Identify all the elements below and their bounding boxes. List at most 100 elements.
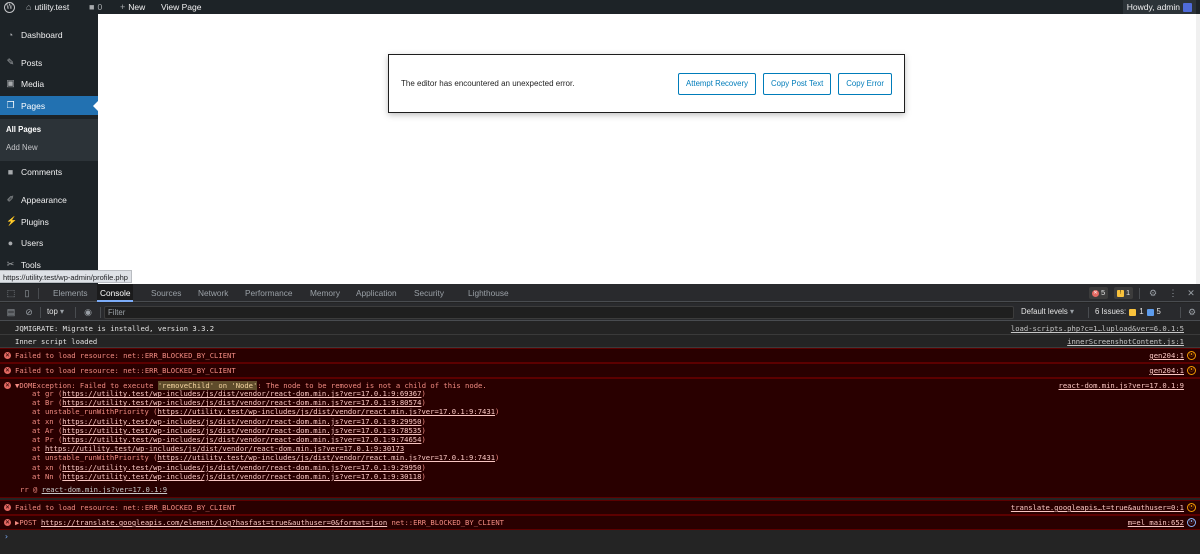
message-source-link[interactable]: gen204:1 [1149, 366, 1184, 375]
inspect-element-icon[interactable]: ⬚ [4, 286, 18, 300]
clear-console-icon[interactable]: ⊘ [22, 305, 36, 319]
warning-count-badge[interactable]: ! 1 [1114, 287, 1134, 299]
view-page-link[interactable]: View Page [161, 0, 201, 14]
wp-logo-menu[interactable]: W [4, 0, 15, 14]
stack-frame: at https://utility.test/wp-includes/js/d… [32, 444, 404, 453]
wrench-icon: ✂ [6, 259, 15, 269]
extension-context-icon: ⦿ [1187, 366, 1196, 375]
sidebar-item-pages[interactable]: ❐ Pages [0, 96, 98, 115]
copy-error-button[interactable]: Copy Error [838, 72, 892, 95]
divider [40, 307, 41, 318]
tab-security[interactable]: Security [411, 284, 447, 302]
frame-url-link[interactable]: https://utility.test/wp-includes/js/dist… [62, 435, 421, 444]
error-icon: ✕ [4, 382, 11, 389]
tab-application[interactable]: Application [353, 284, 400, 302]
my-account-menu[interactable]: Howdy, admin [1122, 0, 1196, 14]
sidebar-item-comments[interactable]: ■ Comments [0, 162, 98, 181]
stack-frame: at Ar (https://utility.test/wp-includes/… [32, 426, 426, 435]
console-prompt-chevron-icon[interactable]: › [4, 532, 9, 541]
stack-frame: at Pr (https://utility.test/wp-includes/… [32, 435, 426, 444]
context-selector[interactable]: top ▾ [47, 303, 64, 321]
plugin-icon: ⚡ [6, 216, 18, 226]
more-options-icon[interactable]: ⋮ [1166, 286, 1180, 300]
sidebar-item-plugins[interactable]: ⚡ Plugins [0, 212, 98, 231]
tab-network[interactable]: Network [195, 284, 231, 302]
message-text: JQMIGRATE: Migrate is installed, version… [15, 324, 215, 333]
console-message: Inner script loaded innerScreenshotConte… [0, 335, 1200, 348]
tab-console[interactable]: Console [97, 284, 134, 302]
error-count: 5 [1101, 288, 1106, 297]
frame-url-link[interactable]: https://utility.test/wp-includes/js/dist… [62, 472, 421, 481]
sidebar-item-posts[interactable]: ✎ Posts [0, 53, 98, 72]
devtools-tabbar: ⬚ ▯ Elements Console Sources Network Per… [0, 284, 1200, 302]
error-count-badge[interactable]: ✕ 5 [1089, 287, 1109, 299]
frame-url-link[interactable]: https://utility.test/wp-includes/js/dist… [158, 407, 496, 416]
frame-url-link[interactable]: https://utility.test/wp-includes/js/dist… [62, 463, 421, 472]
issues-counter[interactable]: 6 Issues: 1 5 [1095, 303, 1161, 321]
issue-info-icon [1146, 308, 1154, 316]
tab-performance[interactable]: Performance [242, 284, 296, 302]
console-toolbar: ▤ ⊘ top ▾ ◉ Default levels ▾ 6 Issues: 1… [0, 303, 1200, 321]
submenu-add-new[interactable]: Add New [6, 143, 38, 152]
frame-end: ) [421, 425, 426, 435]
close-devtools-icon[interactable]: ✕ [1184, 286, 1198, 300]
message-source-link[interactable]: m=el_main:652 [1128, 518, 1184, 527]
extension-context-icon: ⦿ [1187, 503, 1196, 512]
frame-end: ) [421, 462, 426, 472]
context-value: top [47, 307, 58, 316]
message-source-link[interactable]: innerScreenshotContent.js:1 [1067, 337, 1184, 346]
frame-end: ) [495, 453, 500, 463]
wordpress-logo-icon: W [4, 1, 15, 13]
tab-sources[interactable]: Sources [148, 284, 184, 302]
frame-url-link[interactable]: https://utility.test/wp-includes/js/dist… [158, 453, 496, 462]
comments-link[interactable]: ■ 0 [89, 0, 102, 14]
console-error-message: ✕ ▼DOMException: Failed to execute 'remo… [0, 378, 1200, 498]
submenu-all-pages[interactable]: All Pages [6, 125, 41, 134]
frame-end: ) [421, 389, 426, 398]
sidebar-item-dashboard[interactable]: ◔ Dashboard [0, 25, 98, 44]
divider [1180, 307, 1181, 318]
attempt-recovery-button[interactable]: Attempt Recovery [678, 72, 756, 95]
sidebar-item-media[interactable]: ▣ Media [0, 74, 98, 93]
tab-lighthouse[interactable]: Lighthouse [465, 284, 512, 302]
sidebar-item-label: Users [21, 237, 44, 248]
stack-frame: at Br (https://utility.test/wp-includes/… [32, 398, 426, 407]
wp-admin-bar: W ⌂ utility.test ■ 0 + New View Page How… [0, 0, 1200, 14]
console-filter-input[interactable] [104, 306, 1014, 319]
tab-memory[interactable]: Memory [307, 284, 343, 302]
frame-url-link[interactable]: https://utility.test/wp-includes/js/dist… [62, 389, 421, 398]
copy-post-text-button[interactable]: Copy Post Text [763, 72, 832, 95]
editor-scrollbar[interactable] [1196, 14, 1200, 284]
request-url-link[interactable]: https://translate.googleapis.com/element… [41, 518, 387, 527]
new-content-link[interactable]: + New [120, 0, 145, 14]
device-toolbar-icon[interactable]: ▯ [20, 286, 34, 300]
settings-gear-icon[interactable]: ⚙ [1146, 286, 1160, 300]
frame-url-link[interactable]: https://utility.test/wp-includes/js/dist… [62, 398, 421, 407]
divider [38, 288, 39, 299]
message-source-link[interactable]: react-dom.min.js?ver=17.0.1:9 [1059, 381, 1185, 390]
origin-link[interactable]: react-dom.min.js?ver=17.0.1:9 [42, 485, 168, 494]
error-icon: ✕ [1092, 289, 1099, 297]
sidebar-toggle-icon[interactable]: ▤ [4, 305, 18, 319]
live-expression-eye-icon[interactable]: ◉ [81, 305, 95, 319]
frame-url-link[interactable]: https://utility.test/wp-includes/js/dist… [62, 426, 421, 435]
users-icon: ● [7, 237, 14, 248]
frame-end: ) [421, 416, 426, 426]
divider [100, 307, 101, 318]
stack-frame: at xn (https://utility.test/wp-includes/… [32, 463, 426, 472]
frame-end: ) [421, 398, 426, 408]
console-settings-gear-icon[interactable]: ⚙ [1185, 305, 1199, 319]
message-source-link[interactable]: gen204:1 [1149, 351, 1184, 360]
site-name-link[interactable]: ⌂ utility.test [26, 0, 69, 14]
sidebar-item-users[interactable]: ● Users [0, 233, 98, 252]
message-source-link[interactable]: translate.googleapis…t=true&authuser=0:1 [1011, 503, 1184, 512]
message-source-link[interactable]: load-scripts.php?c=1…lupload&ver=6.0.1:5 [1011, 324, 1184, 333]
view-page-label: View Page [161, 2, 202, 12]
frame-url-link[interactable]: https://utility.test/wp-includes/js/dist… [62, 417, 421, 426]
frame-url-link[interactable]: https://utility.test/wp-includes/js/dist… [45, 444, 404, 453]
message-text: Failed to load resource: net::ERR_BLOCKE… [15, 351, 236, 360]
frame-function: at unstable_runWithPriority ( [32, 453, 158, 463]
log-levels-dropdown[interactable]: Default levels ▾ [1021, 303, 1074, 321]
tab-elements[interactable]: Elements [50, 284, 91, 302]
sidebar-item-appearance[interactable]: ✐ Appearance [0, 190, 98, 209]
